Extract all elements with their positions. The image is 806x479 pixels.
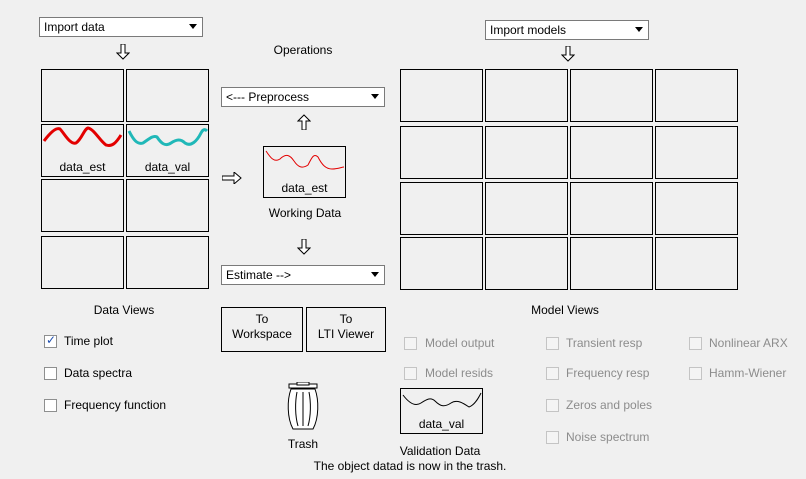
arrow-down-icon: [561, 46, 575, 62]
nonlinear-arx-label: Nonlinear ARX: [709, 336, 788, 350]
model-resids-label: Model resids: [425, 366, 494, 380]
data-slot-estimation[interactable]: data_est: [41, 124, 124, 177]
validation-data-curve: [402, 392, 482, 408]
arrow-down-icon: [116, 44, 130, 60]
to-workspace-button[interactable]: To Workspace: [221, 307, 303, 352]
data-slot-validation[interactable]: data_val: [126, 124, 209, 177]
data-slot-empty[interactable]: [41, 69, 124, 122]
operations-title: Operations: [273, 43, 333, 57]
model-slot[interactable]: [400, 69, 483, 122]
frequency-resp-checkbox[interactable]: [546, 367, 559, 380]
noise-spectrum-checkbox[interactable]: [546, 431, 559, 444]
frequency-function-checkbox[interactable]: [44, 399, 57, 412]
to-lti-viewer-button[interactable]: To LTI Viewer: [306, 307, 386, 352]
data-views-caption: Data Views: [93, 303, 155, 317]
model-views-caption: Model Views: [531, 303, 599, 317]
to-lti-viewer-line1: To: [339, 312, 353, 326]
check-mark-icon: ✓: [46, 333, 57, 347]
data-slot-empty[interactable]: [41, 236, 124, 289]
data-slot-empty[interactable]: [126, 236, 209, 289]
estimation-curve: [42, 126, 123, 147]
arrow-up-icon: [297, 114, 311, 130]
trash-label: Trash: [287, 437, 319, 451]
import-models-dropdown[interactable]: Import models: [485, 20, 649, 40]
trash-icon[interactable]: [285, 382, 321, 434]
chevron-down-icon: [635, 27, 643, 32]
working-data-label: data_est: [281, 181, 328, 195]
model-resids-checkbox[interactable]: [404, 367, 417, 380]
import-data-dropdown[interactable]: Import data: [39, 17, 203, 37]
data-slot-label: data_est: [59, 160, 106, 174]
model-slot[interactable]: [655, 182, 738, 235]
hamm-wiener-label: Hamm-Wiener: [709, 366, 787, 380]
status-message: The object datad is now in the trash.: [313, 459, 507, 473]
model-slot[interactable]: [655, 126, 738, 179]
chevron-down-icon: [189, 24, 197, 29]
validation-data-caption: Validation Data: [399, 444, 481, 458]
data-slot-empty[interactable]: [126, 69, 209, 122]
model-slot[interactable]: [400, 237, 483, 290]
noise-spectrum-label: Noise spectrum: [566, 430, 650, 444]
data-spectra-label: Data spectra: [64, 366, 133, 380]
preprocess-value: <--- Preprocess: [226, 90, 310, 104]
time-plot-checkbox[interactable]: ✓: [44, 333, 57, 348]
nonlinear-arx-checkbox[interactable]: [689, 337, 702, 350]
model-slot[interactable]: [485, 182, 568, 235]
model-slot[interactable]: [570, 237, 653, 290]
model-slot[interactable]: [570, 126, 653, 179]
estimate-value: Estimate -->: [226, 268, 292, 282]
chevron-down-icon: [371, 272, 379, 277]
chevron-down-icon: [371, 94, 379, 99]
zeros-and-poles-label: Zeros and poles: [566, 398, 653, 412]
model-slot[interactable]: [655, 69, 738, 122]
data-spectra-checkbox[interactable]: [44, 367, 57, 380]
hamm-wiener-checkbox[interactable]: [689, 367, 702, 380]
model-slot[interactable]: [570, 69, 653, 122]
model-output-checkbox[interactable]: [404, 337, 417, 350]
validation-data-label: data_val: [418, 417, 465, 431]
model-slot[interactable]: [485, 69, 568, 122]
working-data-curve: [265, 150, 345, 170]
estimation-signal-plot: [42, 126, 123, 147]
working-data-slot[interactable]: data_est: [263, 146, 346, 198]
to-workspace-line1: To: [255, 312, 269, 326]
model-slot[interactable]: [485, 126, 568, 179]
import-models-value: Import models: [490, 23, 567, 37]
model-slot[interactable]: [485, 237, 568, 290]
transient-resp-checkbox[interactable]: [546, 337, 559, 350]
estimate-dropdown[interactable]: Estimate -->: [221, 265, 385, 285]
validation-signal-plot: [127, 128, 208, 147]
arrow-down-icon: [297, 239, 311, 255]
time-plot-label: Time plot: [64, 334, 113, 348]
validation-data-plot: [402, 392, 482, 408]
data-slot-label: data_val: [144, 160, 191, 174]
zeros-and-poles-checkbox[interactable]: [546, 399, 559, 412]
frequency-function-label: Frequency function: [64, 398, 167, 412]
validation-data-slot[interactable]: data_val: [400, 388, 483, 434]
to-lti-viewer-line2: LTI Viewer: [317, 327, 375, 341]
preprocess-dropdown[interactable]: <--- Preprocess: [221, 87, 385, 107]
model-slot[interactable]: [400, 126, 483, 179]
import-data-value: Import data: [44, 20, 105, 34]
arrow-right-icon: [222, 172, 242, 184]
model-slot[interactable]: [400, 182, 483, 235]
working-data-caption: Working Data: [268, 206, 342, 220]
model-output-label: Model output: [425, 336, 495, 350]
frequency-resp-label: Frequency resp: [566, 366, 650, 380]
data-slot-empty[interactable]: [126, 179, 209, 232]
model-slot[interactable]: [655, 237, 738, 290]
validation-curve: [127, 128, 208, 147]
model-slot[interactable]: [570, 182, 653, 235]
data-slot-empty[interactable]: [41, 179, 124, 232]
transient-resp-label: Transient resp: [566, 336, 643, 350]
to-workspace-line2: Workspace: [232, 327, 292, 341]
working-data-plot: [265, 150, 345, 170]
